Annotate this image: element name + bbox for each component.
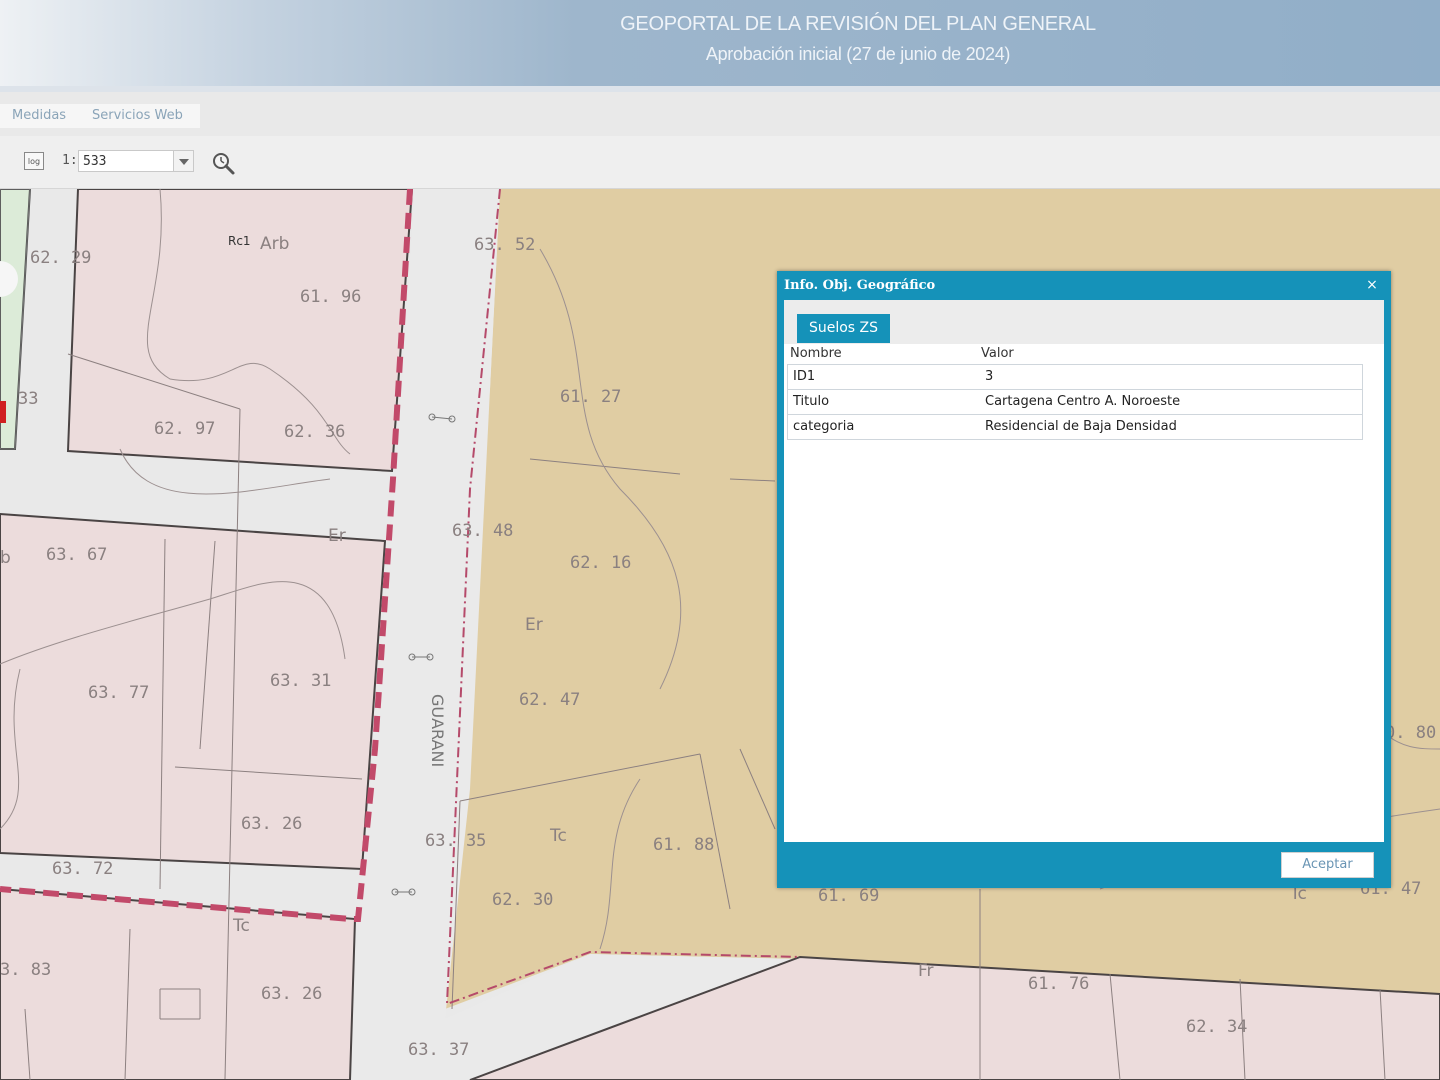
feature-label: Tc <box>232 916 250 936</box>
attribute-name: ID1 <box>793 369 816 384</box>
street-label: GUARANI <box>428 694 447 767</box>
attribute-table: ID1 3 Titulo Cartagena Centro A. Noroest… <box>787 364 1363 440</box>
elevation-label: 61. 27 <box>560 387 621 407</box>
elevation-label: 63. 48 <box>452 521 513 541</box>
feature-label: Tc <box>549 826 567 846</box>
tab-medidas[interactable]: Medidas <box>0 104 79 128</box>
elevation-label: 62. 36 <box>284 422 345 442</box>
info-dialog: Info. Obj. Geográfico × Suelos ZS Nombre… <box>777 271 1391 888</box>
accept-button[interactable]: Aceptar <box>1281 852 1374 878</box>
log-button[interactable]: log <box>24 152 44 170</box>
column-header-valor[interactable]: Valor <box>981 346 1014 361</box>
elevation-label: 63. 67 <box>46 545 107 565</box>
feature-label: Fr <box>918 961 934 981</box>
feature-label: b <box>0 548 11 568</box>
feature-label: Arb <box>260 234 289 254</box>
elevation-label: 62. 29 <box>30 248 91 268</box>
elevation-label: 61. 88 <box>653 835 714 855</box>
feature-label: Er <box>328 526 346 546</box>
zoom-scale-icon[interactable] <box>210 150 236 176</box>
attribute-value: Cartagena Centro A. Noroeste <box>985 394 1181 409</box>
elevation-label: 63. 26 <box>261 984 322 1004</box>
feature-label: Rc1 <box>228 234 251 248</box>
tab-servicios-web[interactable]: Servicios Web <box>80 104 195 128</box>
dialog-tabbar: Suelos ZS <box>784 300 1384 344</box>
elevation-label: 63. 37 <box>408 1040 469 1060</box>
feature-label: Er <box>525 615 543 635</box>
toolbar-tabs: Medidas Servicios Web <box>0 92 1440 136</box>
close-icon[interactable]: × <box>1364 277 1380 293</box>
elevation-label: 63. 77 <box>88 683 149 703</box>
elevation-label: 62. 97 <box>154 419 215 439</box>
page-title: GEOPORTAL DE LA REVISIÓN DEL PLAN GENERA… <box>620 13 1096 35</box>
attribute-name: categoria <box>793 419 855 434</box>
scale-prefix: 1: <box>62 153 78 168</box>
elevation-label: 63. 31 <box>270 671 331 691</box>
elevation-label: 62. 16 <box>570 553 631 573</box>
elevation-label: 63. 26 <box>241 814 302 834</box>
app-header: GEOPORTAL DE LA REVISIÓN DEL PLAN GENERA… <box>0 0 1440 86</box>
dialog-body: Suelos ZS Nombre Valor ID1 3 Titulo Cart… <box>784 300 1384 842</box>
elevation-label: 3. 83 <box>0 960 51 980</box>
elevation-label: 61. 69 <box>818 886 879 906</box>
table-row[interactable]: Titulo Cartagena Centro A. Noroeste <box>788 390 1362 415</box>
elevation-label: 62. 47 <box>519 690 580 710</box>
elevation-label: 0. 80 <box>1385 723 1436 743</box>
scale-input[interactable]: 533 <box>78 150 174 172</box>
elevation-label: 62. 30 <box>492 890 553 910</box>
elevation-label: 33 <box>18 389 38 409</box>
elevation-label: 62. 34 <box>1186 1017 1247 1037</box>
page-subtitle: Aprobación inicial (27 de junio de 2024) <box>705 44 1011 64</box>
table-row[interactable]: categoria Residencial de Baja Densidad <box>788 415 1362 440</box>
elevation-label: 63. 52 <box>474 235 535 255</box>
tab-suelos-zs[interactable]: Suelos ZS <box>797 314 890 343</box>
dialog-title: Info. Obj. Geográfico <box>784 278 936 293</box>
attribute-name: Titulo <box>793 394 830 409</box>
column-header-nombre[interactable]: Nombre <box>790 346 842 361</box>
elevation-label: 63. 35 <box>425 831 486 851</box>
map-marker <box>0 401 6 423</box>
elevation-label: 63. 72 <box>52 859 113 879</box>
elevation-label: 61. 76 <box>1028 974 1089 994</box>
table-row[interactable]: ID1 3 <box>788 365 1362 390</box>
scale-dropdown-button[interactable] <box>174 150 194 172</box>
elevation-label: 61. 96 <box>300 287 361 307</box>
attribute-value: Residencial de Baja Densidad <box>985 419 1177 434</box>
parcel-2 <box>0 512 387 871</box>
attribute-value: 3 <box>985 369 994 384</box>
